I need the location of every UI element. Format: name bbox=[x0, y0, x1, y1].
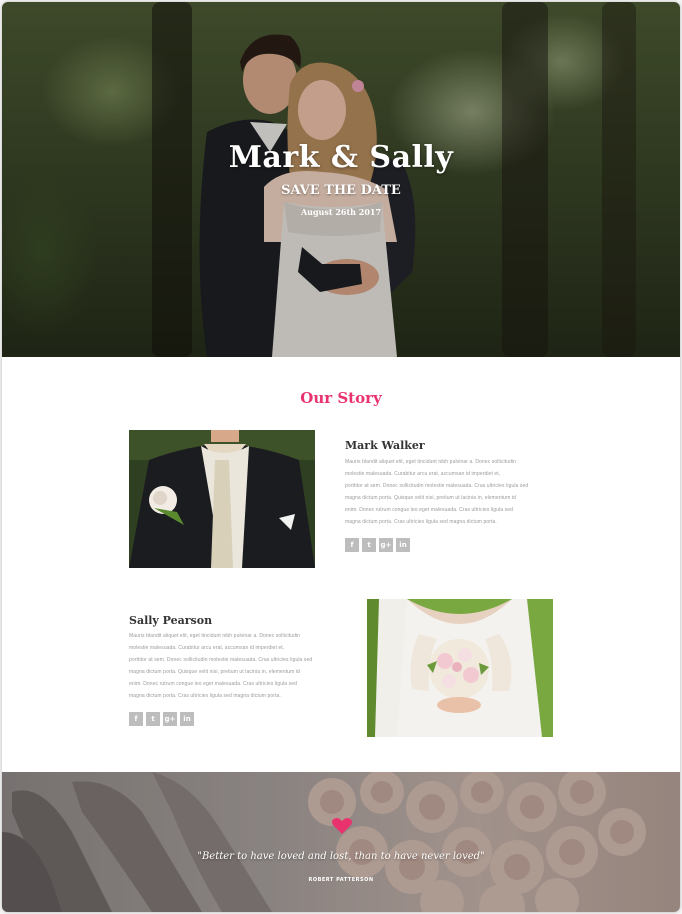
quote-text: "Better to have loved and lost, than to … bbox=[197, 851, 485, 862]
groom-social-links: f t g+ in bbox=[345, 538, 410, 552]
groom-bio: Mauris blandit aliquet elit, eget tincid… bbox=[345, 456, 560, 528]
bio-line: molestie malesuada. Curabitur arcu erat,… bbox=[345, 471, 501, 477]
quote-section: "Better to have loved and lost, than to … bbox=[2, 772, 680, 912]
facebook-icon[interactable]: f bbox=[129, 712, 143, 726]
bio-line: porttitor at sem. Donec sollicitudin mol… bbox=[129, 657, 313, 663]
groom-name: Mark Walker bbox=[345, 439, 425, 452]
heart-icon bbox=[332, 817, 352, 834]
bride-social-links: f t g+ in bbox=[129, 712, 194, 726]
hero-title: Mark & Sally bbox=[228, 140, 454, 175]
wedding-date: August 26th 2017 bbox=[300, 207, 382, 217]
twitter-icon[interactable]: t bbox=[146, 712, 160, 726]
wedding-page: Mark & Sally SAVE THE DATE August 26th 2… bbox=[2, 2, 680, 912]
groom-photo bbox=[129, 430, 315, 568]
bio-line: molestie malesuada. Curabitur arcu erat,… bbox=[129, 645, 285, 651]
hero-subtitle: SAVE THE DATE bbox=[281, 183, 401, 198]
quote-author: ROBERT PATTERSON bbox=[308, 877, 374, 883]
bio-line: magna dictum porta. Quisque velit nisi, … bbox=[345, 495, 516, 501]
bio-line: magna dictum porta. Cras ultricies ligul… bbox=[129, 693, 281, 699]
bio-line: porttitor at sem. Donec sollicitudin mol… bbox=[345, 483, 529, 489]
bio-line: magna dictum porta. Cras ultricies ligul… bbox=[345, 519, 497, 525]
bio-line: Mauris blandit aliquet elit, eget tincid… bbox=[129, 633, 301, 639]
bio-line: Mauris blandit aliquet elit, eget tincid… bbox=[345, 459, 517, 465]
quote-overlay bbox=[2, 772, 680, 912]
bio-line: enim. Donec rutrum congue leo eget males… bbox=[345, 507, 514, 513]
bride-bio: Mauris blandit aliquet elit, eget tincid… bbox=[129, 630, 344, 702]
bio-line: enim. Donec rutrum congue leo eget males… bbox=[129, 681, 298, 687]
facebook-icon[interactable]: f bbox=[345, 538, 359, 552]
linkedin-icon[interactable]: in bbox=[180, 712, 194, 726]
hero-overlay bbox=[2, 2, 680, 357]
hero-section: Mark & Sally SAVE THE DATE August 26th 2… bbox=[2, 2, 680, 357]
google-plus-icon[interactable]: g+ bbox=[379, 538, 393, 552]
story-title: Our Story bbox=[300, 389, 382, 407]
bride-name: Sally Pearson bbox=[129, 614, 213, 627]
bio-line: magna dictum porta. Quisque velit nisi, … bbox=[129, 669, 300, 675]
twitter-icon[interactable]: t bbox=[362, 538, 376, 552]
google-plus-icon[interactable]: g+ bbox=[163, 712, 177, 726]
linkedin-icon[interactable]: in bbox=[396, 538, 410, 552]
bride-photo bbox=[367, 599, 553, 737]
